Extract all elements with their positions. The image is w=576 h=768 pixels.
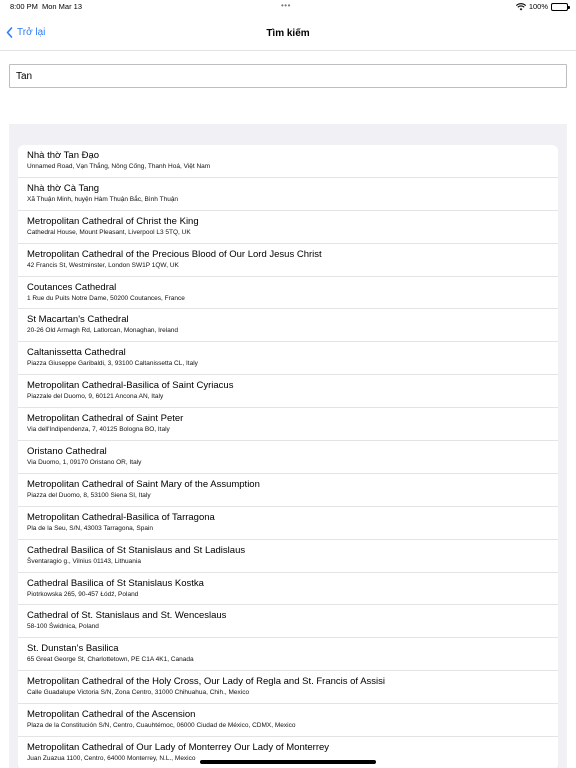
multitasking-dots-icon[interactable]: ••• bbox=[281, 1, 291, 10]
result-name: St. Dunstan's Basilica bbox=[27, 643, 119, 655]
result-name: Cathedral Basilica of St Stanislaus and … bbox=[27, 544, 246, 556]
result-address: Xã Thuận Minh, huyện Hàm Thuận Bắc, Bình… bbox=[27, 195, 179, 203]
results-list: Nhà thờ Tan Đạo Unnamed Road, Vạn Thắng, … bbox=[18, 145, 558, 768]
result-address: 58-100 Świdnica, Poland bbox=[27, 623, 99, 631]
result-address: Pla de la Seu, S/N, 43003 Tarragona, Spa… bbox=[27, 524, 153, 532]
result-address: 20-26 Old Armagh Rd, Latlorcan, Monaghan… bbox=[27, 327, 179, 335]
result-item[interactable]: St. Dunstan's Basilica 65 Great George St… bbox=[18, 638, 558, 672]
result-name: Metropolitan Cathedral of Saint Peter bbox=[27, 413, 184, 425]
wifi-icon bbox=[515, 2, 526, 10]
home-indicator[interactable] bbox=[200, 760, 376, 764]
result-name: Cathedral Basilica of St Stanislaus Kost… bbox=[27, 577, 204, 589]
result-address: Calle Guadalupe Victoria S/N, Zona Centr… bbox=[27, 689, 250, 697]
result-name: Oristano Cathedral bbox=[27, 446, 107, 458]
result-item[interactable]: Metropolitan Cathedral of the Holy Cross… bbox=[18, 671, 558, 705]
result-name: Metropolitan Cathedral of Saint Mary of … bbox=[27, 478, 260, 490]
navigation-bar: Trở lại Tìm kiếm bbox=[0, 14, 576, 51]
page-title: Tìm kiếm bbox=[266, 28, 310, 39]
result-name: Caltanissetta Cathedral bbox=[27, 347, 126, 359]
result-item[interactable]: Coutances Cathedral 1 Rue du Puits Notre … bbox=[18, 277, 558, 310]
search-area bbox=[0, 52, 576, 124]
result-address: Piazza Giuseppe Garibaldi, 3, 93100 Calt… bbox=[27, 360, 198, 368]
status-right: 100% bbox=[515, 2, 570, 11]
result-address: Via Duomo, 1, 09170 Oristano OR, Italy bbox=[27, 459, 142, 467]
result-item[interactable]: Caltanissetta Cathedral Piazza Giuseppe G… bbox=[18, 342, 558, 376]
result-address: Piotrkowska 265, 90-457 Łódź, Poland bbox=[27, 590, 139, 598]
result-item[interactable]: Nhà thờ Cà Tang Xã Thuận Minh, huyện Hàm … bbox=[18, 178, 558, 211]
result-address: 42 Francis St, Westminster, London SW1P … bbox=[27, 261, 179, 269]
result-item[interactable]: Metropolitan Cathedral-Basilica of Saint… bbox=[18, 375, 558, 409]
search-input[interactable] bbox=[9, 64, 567, 88]
result-address: 1 Rue du Puits Notre Dame, 50200 Coutanc… bbox=[27, 294, 185, 302]
result-item[interactable]: Metropolitan Cathedral of Christ the Kin… bbox=[18, 211, 558, 244]
result-name: Metropolitan Cathedral of Christ the Kin… bbox=[27, 215, 199, 227]
status-date: Mon Mar 13 bbox=[42, 2, 83, 11]
result-address: Piazzale del Duomo, 9, 60121 Ancona AN, … bbox=[27, 393, 164, 401]
result-item[interactable]: Cathedral Basilica of St Stanislaus Kost… bbox=[18, 573, 558, 606]
result-name: Cathedral of St. Stanislaus and St. Wenc… bbox=[27, 610, 227, 622]
status-time: 8:00 PM bbox=[10, 2, 38, 11]
results-area[interactable]: Nhà thờ Tan Đạo Unnamed Road, Vạn Thắng, … bbox=[9, 124, 567, 768]
result-name: Metropolitan Cathedral-Basilica of Saint… bbox=[27, 380, 234, 392]
result-name: Nhà thờ Cà Tang bbox=[27, 182, 100, 194]
result-item[interactable]: Metropolitan Cathedral of the Precious B… bbox=[18, 244, 558, 277]
result-address: Plaza de la Constitución S/N, Centro, Cu… bbox=[27, 722, 296, 730]
result-address: Piazza del Duomo, 8, 53100 Siena SI, Ita… bbox=[27, 491, 151, 499]
result-name: Metropolitan Cathedral of the Precious B… bbox=[27, 248, 322, 260]
result-address: Via dell'Indipendenza, 7, 40125 Bologna … bbox=[27, 426, 170, 434]
result-item[interactable]: Metropolitan Cathedral of Saint Mary of … bbox=[18, 474, 558, 507]
battery-icon bbox=[551, 2, 570, 11]
result-address: Unnamed Road, Vạn Thắng, Nông Cống, Than… bbox=[27, 163, 211, 170]
result-name: St Macartan's Cathedral bbox=[27, 314, 129, 326]
status-bar: 8:00 PM Mon Mar 13 ••• 100% bbox=[0, 0, 576, 14]
result-item[interactable]: Metropolitan Cathedral of Saint Peter Via… bbox=[18, 408, 558, 442]
battery-percent: 100% bbox=[528, 2, 548, 11]
result-address: Šventaragio g., Vilnius 01143, Lithuania bbox=[27, 557, 141, 565]
result-item[interactable]: Cathedral of St. Stanislaus and St. Wenc… bbox=[18, 605, 558, 639]
result-item[interactable]: Oristano Cathedral Via Duomo, 1, 09170 Or… bbox=[18, 441, 558, 474]
result-name: Metropolitan Cathedral-Basilica of Tarra… bbox=[27, 511, 215, 523]
result-item[interactable]: Metropolitan Cathedral of the Ascension P… bbox=[18, 704, 558, 738]
result-item[interactable]: Nhà thờ Tan Đạo Unnamed Road, Vạn Thắng, … bbox=[18, 145, 558, 178]
result-name: Metropolitan Cathedral of the Holy Cross… bbox=[27, 676, 385, 688]
result-name: Metropolitan Cathedral of Our Lady of Mo… bbox=[27, 742, 330, 754]
result-address: Cathedral House, Mount Pleasant, Liverpo… bbox=[27, 228, 191, 236]
result-name: Nhà thờ Tan Đạo bbox=[27, 150, 100, 161]
result-name: Metropolitan Cathedral of the Ascension bbox=[27, 709, 196, 721]
result-name: Coutances Cathedral bbox=[27, 281, 117, 293]
result-item[interactable]: Metropolitan Cathedral-Basilica of Tarra… bbox=[18, 507, 558, 540]
result-address: 65 Great George St, Charlottetown, PE C1… bbox=[27, 656, 194, 664]
result-item[interactable]: Cathedral Basilica of St Stanislaus and … bbox=[18, 540, 558, 573]
result-item[interactable]: St Macartan's Cathedral 20-26 Old Armagh … bbox=[18, 309, 558, 343]
